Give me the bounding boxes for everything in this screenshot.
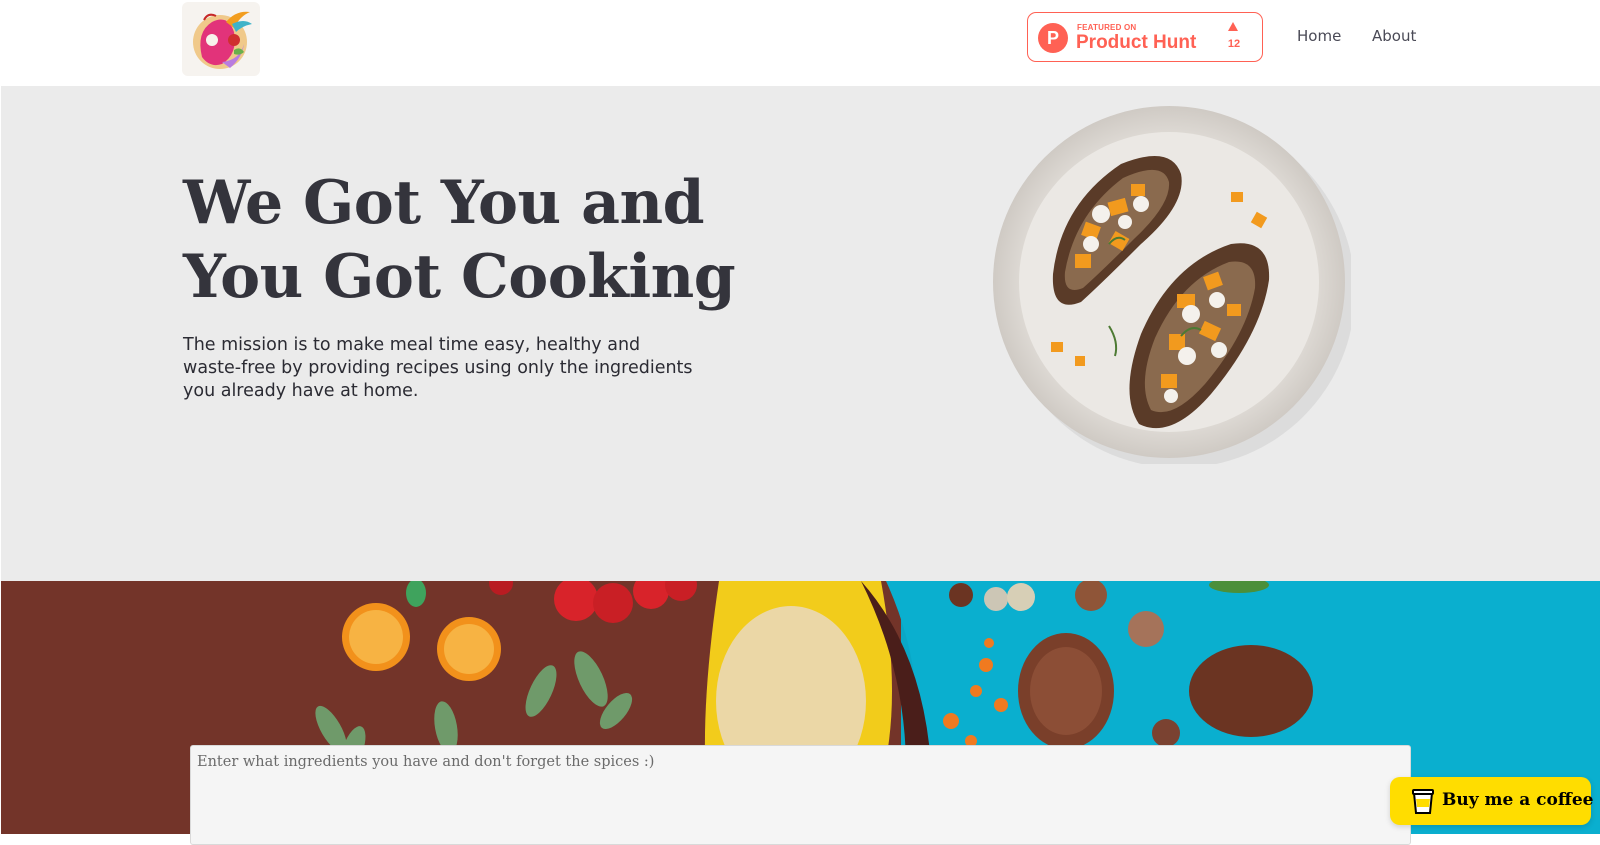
buy-me-a-coffee-button[interactable]: Buy me a coffee: [1390, 777, 1594, 825]
hero-title: We Got You and You Got Cooking: [183, 166, 743, 314]
product-hunt-logo-icon: P: [1038, 23, 1068, 53]
rainbow-bird-logo-icon: [193, 11, 252, 69]
plate-with-toast-icon: [993, 106, 1355, 468]
ingredients-input[interactable]: [190, 745, 1411, 845]
hero-image: [991, 104, 1355, 468]
product-hunt-badge[interactable]: P FEATURED ON Product Hunt 12: [1027, 12, 1263, 62]
hero-description: The mission is to make meal time easy, h…: [183, 335, 693, 401]
site-header: P FEATURED ON Product Hunt 12 Home About: [0, 0, 1600, 86]
hero-title-line-1: We Got You and: [183, 168, 705, 238]
hero-section: We Got You and You Got Cooking The missi…: [1, 86, 1600, 581]
hero-title-line-2: You Got Cooking: [183, 242, 736, 312]
product-hunt-name: Product Hunt: [1076, 32, 1197, 53]
site-logo[interactable]: [182, 2, 260, 76]
nav-home-link[interactable]: Home: [1297, 27, 1341, 45]
nav-about-link[interactable]: About: [1372, 27, 1416, 45]
product-hunt-featured-label: FEATURED ON: [1077, 23, 1137, 32]
upvote-count: 12: [1227, 38, 1241, 50]
buy-me-a-coffee-label: Buy me a coffee: [1442, 790, 1594, 810]
upvote-arrow-icon: [1228, 22, 1238, 31]
coffee-cup-icon: [1412, 789, 1434, 814]
